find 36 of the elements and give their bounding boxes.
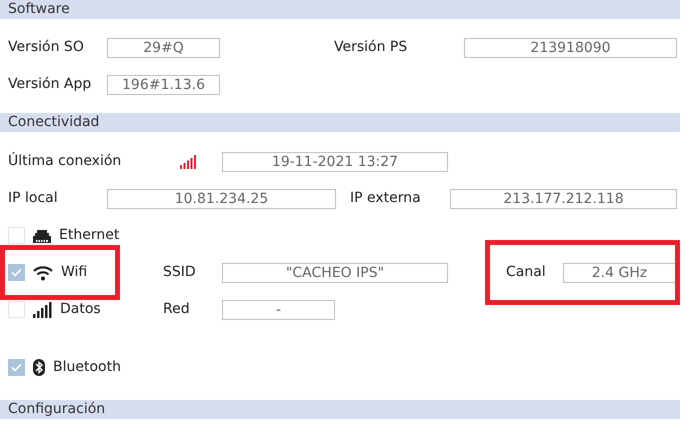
option-label: Bluetooth — [53, 358, 121, 377]
checkbox[interactable] — [8, 264, 25, 281]
field-label: Última conexión — [8, 151, 122, 171]
field-label: IP externa — [350, 189, 422, 208]
checkbox[interactable] — [8, 301, 25, 318]
option-label: Ethernet — [59, 226, 120, 245]
input-field: 196#1.13.6 — [107, 74, 220, 94]
field-label: Canal — [506, 263, 547, 282]
input-field: 10.81.234.25 — [107, 188, 336, 208]
section-header: Configuración — [0, 400, 680, 419]
input-field: "CACHEO IPS" — [222, 262, 448, 282]
section-header: Software — [0, 0, 680, 19]
signal-bars-icon — [33, 302, 52, 318]
field-label: Red — [163, 300, 191, 319]
input-field: 29#Q — [107, 38, 220, 58]
option-label: Datos — [60, 300, 101, 319]
check-icon — [11, 268, 22, 277]
section-header: Conectividad — [0, 113, 680, 132]
input-field: - — [222, 300, 335, 320]
bluetooth-icon — [33, 359, 45, 376]
signal-icon — [180, 154, 197, 168]
checkbox[interactable] — [8, 227, 25, 244]
check-icon — [11, 363, 22, 372]
field-label: SSID — [163, 263, 197, 282]
checkbox[interactable] — [8, 359, 25, 376]
wifi-icon — [33, 264, 53, 280]
field-label: Versión PS — [334, 38, 408, 57]
input-field: 19-11-2021 13:27 — [222, 152, 448, 172]
field-label: Versión App — [8, 75, 92, 94]
input-field: 2.4 GHz — [563, 262, 676, 282]
field-label: Versión SO — [8, 38, 85, 57]
ethernet-icon — [33, 228, 51, 242]
input-field: 213918090 — [464, 38, 677, 58]
input-field: 213.177.212.118 — [450, 188, 677, 208]
option-label: Wifi — [61, 263, 88, 282]
field-label: IP local — [8, 189, 59, 208]
